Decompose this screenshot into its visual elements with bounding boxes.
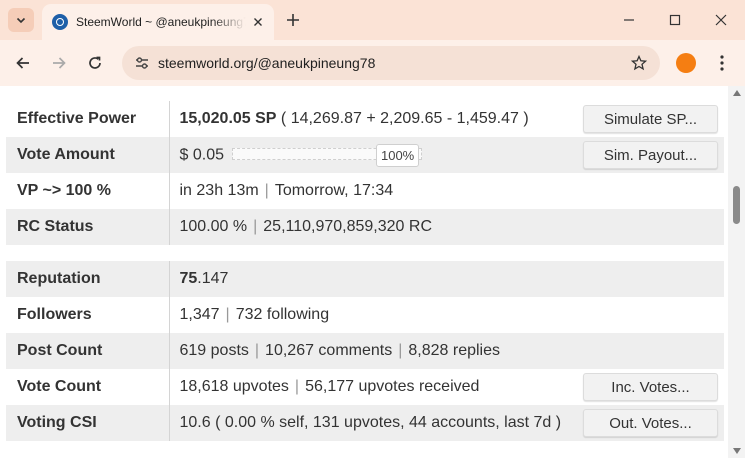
stat-row-reputation: Reputation 75.147 <box>6 261 724 297</box>
tab-title: SteemWorld ~ @aneukpineung78 <box>76 15 246 29</box>
stat-row-effective-power: Effective Power 15,020.05 SP ( 14,269.87… <box>6 101 724 137</box>
tab-close-button[interactable] <box>250 14 266 30</box>
browser-menu-button[interactable] <box>712 50 732 76</box>
posts-count: 619 posts <box>179 342 249 359</box>
reload-button[interactable] <box>82 50 108 76</box>
forward-button[interactable] <box>46 50 72 76</box>
sim-payout-button[interactable]: Sim. Payout... <box>583 141 718 169</box>
stat-value: 75.147 <box>169 261 724 297</box>
tune-icon <box>136 57 148 69</box>
close-icon <box>254 18 262 26</box>
upvotes-given: 18,618 upvotes <box>179 378 289 395</box>
page-viewport: Effective Power 15,020.05 SP ( 14,269.87… <box>0 86 745 458</box>
vote-weight-percent[interactable]: 100% <box>375 143 420 167</box>
stat-row-vp: VP ~> 100 % in 23h 13m | Tomorrow, 17:34 <box>6 173 724 209</box>
separator: | <box>264 182 269 199</box>
stat-label: Followers <box>6 297 170 333</box>
upvotes-received: 56,177 upvotes received <box>305 378 480 395</box>
stat-value: 1,347 | 732 following <box>169 297 724 333</box>
separator: | <box>254 342 260 359</box>
vp-full-at: Tomorrow, 17:34 <box>274 182 394 199</box>
scroll-up-button[interactable] <box>728 86 745 100</box>
stat-row-voting-csi: Voting CSI 10.6 ( 0.00 % self, 131 upvot… <box>6 405 724 441</box>
stat-value: $ 0.05 100% Sim. Payout... <box>169 137 724 173</box>
following-count: 732 following <box>235 306 330 323</box>
stat-value: in 23h 13m | Tomorrow, 17:34 <box>169 173 724 209</box>
stat-label: Vote Count <box>6 369 170 405</box>
stat-label: Effective Power <box>6 101 170 137</box>
effective-power-total: 15,020.05 SP <box>179 110 277 127</box>
stat-label: Post Count <box>6 333 170 369</box>
site-info-button[interactable] <box>132 53 152 73</box>
outgoing-votes-button[interactable]: Out. Votes... <box>583 409 718 437</box>
star-icon <box>631 55 647 71</box>
stat-value: 619 posts | 10,267 comments | 8,828 replies <box>169 333 724 369</box>
incoming-votes-button[interactable]: Inc. Votes... <box>583 373 718 401</box>
stat-row-followers: Followers 1,347 | 732 following <box>6 297 724 333</box>
bookmark-button[interactable] <box>630 54 648 72</box>
stat-value: 100.00 % | 25,110,970,859,320 RC <box>169 209 724 245</box>
stat-label: Voting CSI <box>6 405 170 441</box>
more-vertical-icon <box>720 55 724 71</box>
browser-toolbar: steemworld.org/@aneukpineung78 <box>0 40 745 86</box>
stat-row-vote-amount: Vote Amount $ 0.05 100% Sim. Payout... <box>6 137 724 173</box>
reputation-integer: 75 <box>179 270 198 287</box>
account-stats-table-secondary: Reputation 75.147 Followers 1,347 | 732 fo… <box>6 261 724 441</box>
scroll-down-button[interactable] <box>728 444 745 458</box>
stat-value: 10.6 ( 0.00 % self, 131 upvotes, 44 acco… <box>169 405 724 441</box>
steemworld-favicon-icon <box>52 14 68 30</box>
replies-count: 8,828 replies <box>408 342 501 359</box>
followers-count: 1,347 <box>179 306 220 323</box>
page-scrollbar[interactable] <box>728 86 745 458</box>
scrollbar-thumb[interactable] <box>733 186 740 224</box>
arrow-right-icon <box>53 57 66 69</box>
stat-row-vote-count: Vote Count 18,618 upvotes | 56,177 upvotes… <box>6 369 724 405</box>
separator: | <box>294 378 300 395</box>
minimize-icon <box>624 19 634 21</box>
tab-search-button[interactable] <box>8 8 34 32</box>
stat-label: Vote Amount <box>6 137 170 173</box>
close-window-icon <box>715 14 727 26</box>
stat-label: RC Status <box>6 209 170 245</box>
maximize-icon <box>669 14 681 26</box>
stat-value: 18,618 upvotes | 56,177 upvotes received I… <box>169 369 724 405</box>
stat-label: VP ~> 100 % <box>6 173 170 209</box>
tab-strip: SteemWorld ~ @aneukpineung78 <box>0 0 745 40</box>
separator: | <box>225 306 230 323</box>
vote-amount-value: $ 0.05 <box>179 146 224 164</box>
table-top-gap <box>6 86 724 101</box>
maximize-window-button[interactable] <box>652 0 698 40</box>
arrow-left-icon <box>16 57 29 69</box>
reload-icon <box>89 56 101 69</box>
vp-time-remaining: in 23h 13m <box>179 182 259 199</box>
triangle-down-icon <box>732 448 741 454</box>
separator: | <box>253 218 258 235</box>
stat-value: 15,020.05 SP ( 14,269.87 + 2,209.65 - 1,… <box>169 101 724 137</box>
stat-row-post-count: Post Count 619 posts | 10,267 comments | 8,8… <box>6 333 724 369</box>
url-text: steemworld.org/@aneukpineung78 <box>158 55 376 71</box>
address-bar[interactable]: steemworld.org/@aneukpineung78 <box>122 46 660 80</box>
back-button[interactable] <box>10 50 36 76</box>
close-window-button[interactable] <box>698 0 744 40</box>
stat-row-rc-status: RC Status 100.00 % | 25,110,970,859,320 RC <box>6 209 724 245</box>
rc-amount: 25,110,970,859,320 RC <box>263 218 432 235</box>
profile-avatar-icon[interactable] <box>676 53 696 73</box>
simulate-sp-button[interactable]: Simulate SP... <box>583 105 718 133</box>
effective-power-breakdown: ( 14,269.87 + 2,209.65 - 1,459.47 ) <box>276 110 529 127</box>
rc-percent: 100.00 % <box>179 218 248 235</box>
separator: | <box>398 342 403 359</box>
account-stats-table-primary: Effective Power 15,020.05 SP ( 14,269.87… <box>6 101 724 245</box>
plus-icon <box>287 14 299 26</box>
new-tab-button[interactable] <box>282 9 304 31</box>
voting-csi-value: 10.6 ( 0.00 % self, 131 upvotes, 44 acco… <box>179 414 562 431</box>
browser-tab-active[interactable]: SteemWorld ~ @aneukpineung78 <box>42 4 274 40</box>
stat-label: Reputation <box>6 261 170 297</box>
reputation-decimal: .147 <box>197 270 229 287</box>
comments-count: 10,267 comments <box>265 342 393 359</box>
minimize-window-button[interactable] <box>606 0 652 40</box>
chevron-down-icon <box>16 17 26 24</box>
triangle-up-icon <box>732 90 741 96</box>
